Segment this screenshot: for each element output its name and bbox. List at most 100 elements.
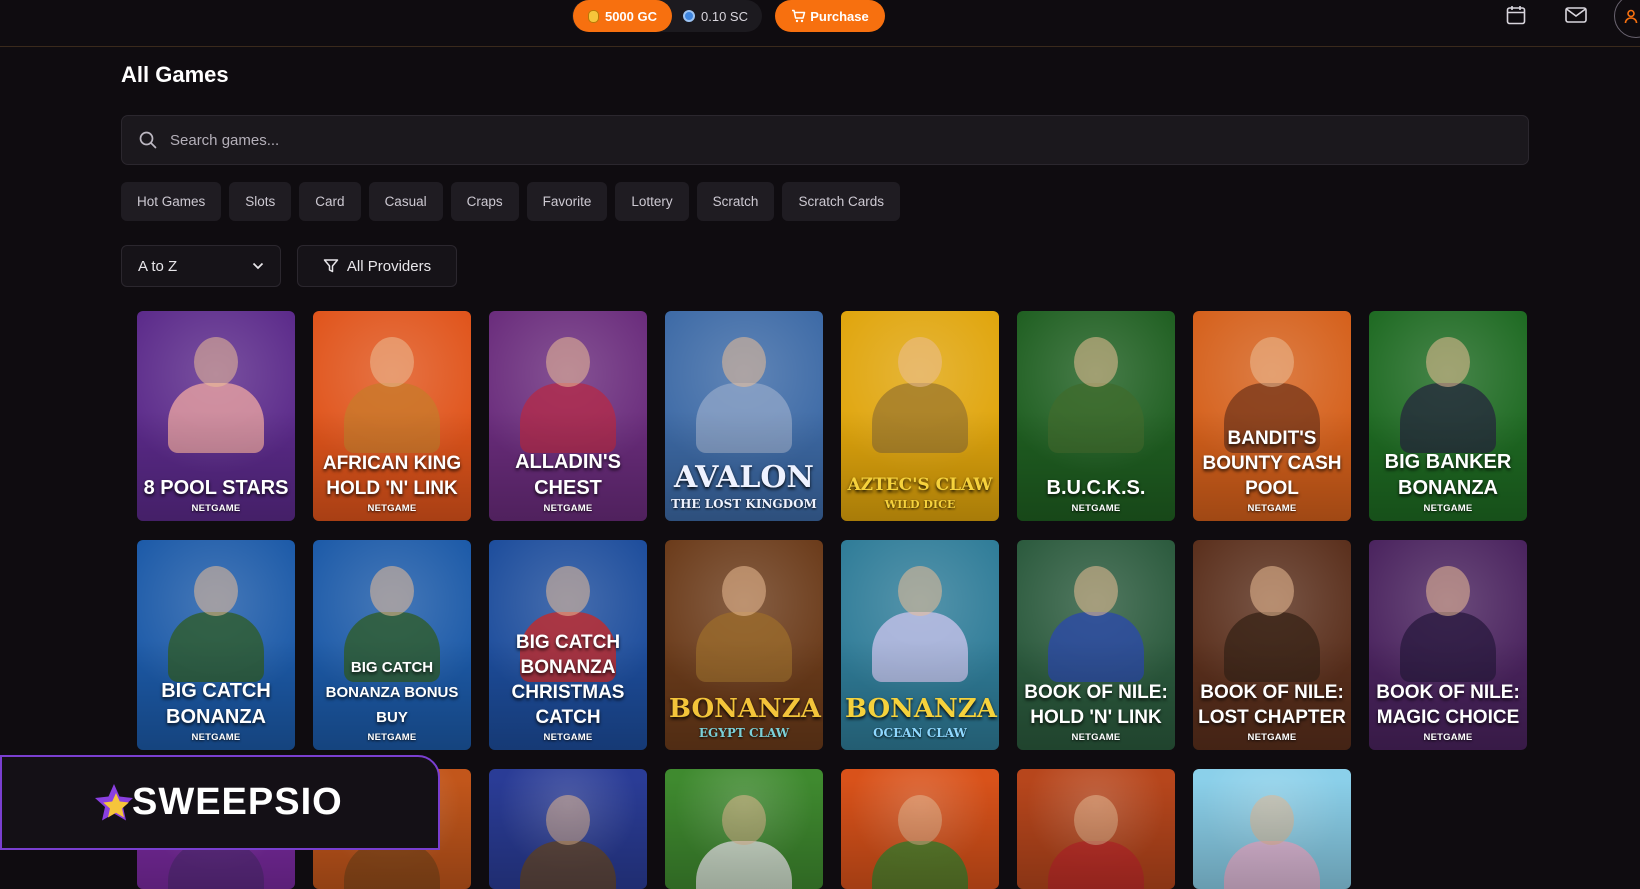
game-title: Book of Nile: Lost Chapter: [1198, 682, 1346, 728]
purchase-button[interactable]: Purchase: [775, 0, 885, 32]
category-hot-games[interactable]: Hot Games: [121, 182, 222, 221]
card-shade: [489, 779, 647, 889]
game-title: Book of Nile: Magic Choice: [1376, 682, 1520, 728]
card-shade: [665, 779, 823, 889]
brand-name: SWEEPSIO: [132, 781, 343, 823]
game-card[interactable]: African King Hold 'N' Link NETGAME: [313, 311, 471, 521]
game-provider: NETGAME: [543, 732, 593, 743]
character-head: [1250, 337, 1294, 387]
character-head: [370, 566, 414, 616]
cart-icon: [792, 9, 806, 23]
game-provider: NETGAME: [191, 732, 241, 743]
character-head: [1074, 337, 1118, 387]
game-card[interactable]: [841, 769, 999, 889]
game-title: B.U.C.K.S.: [1046, 477, 1146, 499]
game-title: Big Catch Bonanza Christmas Catch: [511, 632, 625, 728]
game-card[interactable]: 8 Pool Stars NETGAME: [137, 311, 295, 521]
game-provider: NETGAME: [1423, 732, 1473, 743]
calendar-icon[interactable]: [1502, 2, 1530, 28]
search-icon: [139, 131, 157, 149]
character-head: [722, 566, 766, 616]
game-provider: NETGAME: [543, 503, 593, 514]
game-provider: NETGAME: [191, 503, 241, 514]
star-logo-icon: [95, 783, 133, 820]
sweeps-coin-balance[interactable]: 0.10 SC: [683, 0, 758, 32]
category-slots[interactable]: Slots: [229, 182, 292, 221]
gc-balance-value: 5000 GC: [604, 8, 658, 24]
game-title: 8 Pool Stars: [143, 477, 289, 499]
providers-filter-button[interactable]: All Providers: [297, 245, 457, 287]
card-shade: [1017, 779, 1175, 889]
game-card[interactable]: [1017, 769, 1175, 889]
gold-coin-balance[interactable]: 5000 GC: [573, 0, 672, 32]
game-provider: NETGAME: [367, 503, 417, 514]
search-bar[interactable]: [121, 115, 1529, 165]
character-head: [722, 337, 766, 387]
card-shade: [1193, 779, 1351, 889]
game-logo-subtitle: Wild Dice: [884, 498, 956, 511]
game-card[interactable]: Big Catch Bonanza Bonus Buy NETGAME: [313, 540, 471, 750]
game-provider: NETGAME: [1247, 732, 1297, 743]
category-filters: Hot Games Slots Card Casual Craps Favori…: [121, 182, 900, 221]
providers-label: All Providers: [346, 257, 432, 275]
game-card[interactable]: Big Banker Bonanza NETGAME: [1369, 311, 1527, 521]
search-input[interactable]: [170, 131, 1470, 149]
game-card[interactable]: Bonanza Egypt Claw: [665, 540, 823, 750]
character-head: [898, 566, 942, 616]
game-card[interactable]: Book of Nile: Lost Chapter NETGAME: [1193, 540, 1351, 750]
character-head: [194, 566, 238, 616]
game-card[interactable]: [1193, 769, 1351, 889]
game-logo-title: Avalon: [674, 460, 814, 495]
character-head: [1074, 566, 1118, 616]
character-head: [370, 337, 414, 387]
game-card[interactable]: Avalon The Lost Kingdom: [665, 311, 823, 521]
sort-value: A to Z: [138, 257, 178, 275]
character-head: [194, 337, 238, 387]
sort-dropdown[interactable]: A to Z: [121, 245, 281, 287]
game-card[interactable]: [665, 769, 823, 889]
character-head: [898, 337, 942, 387]
game-title: Big Catch Bonanza Bonus Buy: [325, 659, 459, 726]
sc-balance-value: 0.10 SC: [701, 8, 748, 24]
game-logo-title: Aztec's Claw: [847, 475, 993, 495]
page-title: All Games: [121, 62, 229, 87]
game-card[interactable]: Book of Nile: Hold 'N' Link NETGAME: [1017, 540, 1175, 750]
card-shade: [841, 779, 999, 889]
game-card[interactable]: Alladin's Chest NETGAME: [489, 311, 647, 521]
game-card[interactable]: Aztec's Claw Wild Dice: [841, 311, 999, 521]
game-card[interactable]: B.U.C.K.S. NETGAME: [1017, 311, 1175, 521]
game-title: Alladin's Chest: [515, 451, 621, 499]
game-card[interactable]: Bandit's Bounty Cash Pool NETGAME: [1193, 311, 1351, 521]
game-title: Bandit's Bounty Cash Pool: [1202, 428, 1342, 499]
top-bar: 5000 GC 0.10 SC Purchase: [0, 0, 1640, 47]
game-card[interactable]: Bonanza Ocean Claw: [841, 540, 999, 750]
category-scratch-cards[interactable]: Scratch Cards: [782, 182, 900, 221]
chevron-down-icon: [252, 262, 264, 270]
game-card[interactable]: Book of Nile: Magic Choice NETGAME: [1369, 540, 1527, 750]
game-logo-title: Bonanza: [845, 694, 997, 724]
category-casual[interactable]: Casual: [368, 182, 443, 221]
user-icon: [1624, 9, 1638, 24]
gold-coin-icon: [587, 9, 599, 23]
game-provider: NETGAME: [367, 732, 417, 743]
game-title: Big Catch Bonanza: [161, 680, 271, 728]
character-head: [546, 337, 590, 387]
mail-icon[interactable]: [1562, 2, 1590, 28]
category-scratch[interactable]: Scratch: [696, 182, 775, 221]
game-card[interactable]: Big Catch Bonanza NETGAME: [137, 540, 295, 750]
category-craps[interactable]: Craps: [450, 182, 519, 221]
brand-watermark: SWEEPSIO: [0, 755, 440, 850]
category-lottery[interactable]: Lottery: [615, 182, 689, 221]
game-provider: NETGAME: [1247, 503, 1297, 514]
game-card[interactable]: Big Catch Bonanza Christmas Catch NETGAME: [489, 540, 647, 750]
game-card[interactable]: [489, 769, 647, 889]
category-favorite[interactable]: Favorite: [526, 182, 608, 221]
game-logo-subtitle: Ocean Claw: [873, 726, 967, 740]
filter-icon: [323, 259, 339, 273]
game-logo-subtitle: The Lost Kingdom: [671, 497, 817, 511]
category-card[interactable]: Card: [299, 182, 361, 221]
game-logo-title: Bonanza: [669, 694, 821, 724]
game-title: African King Hold 'N' Link: [322, 453, 462, 499]
game-title: Big Banker Bonanza: [1384, 451, 1512, 499]
user-avatar[interactable]: [1614, 0, 1640, 38]
